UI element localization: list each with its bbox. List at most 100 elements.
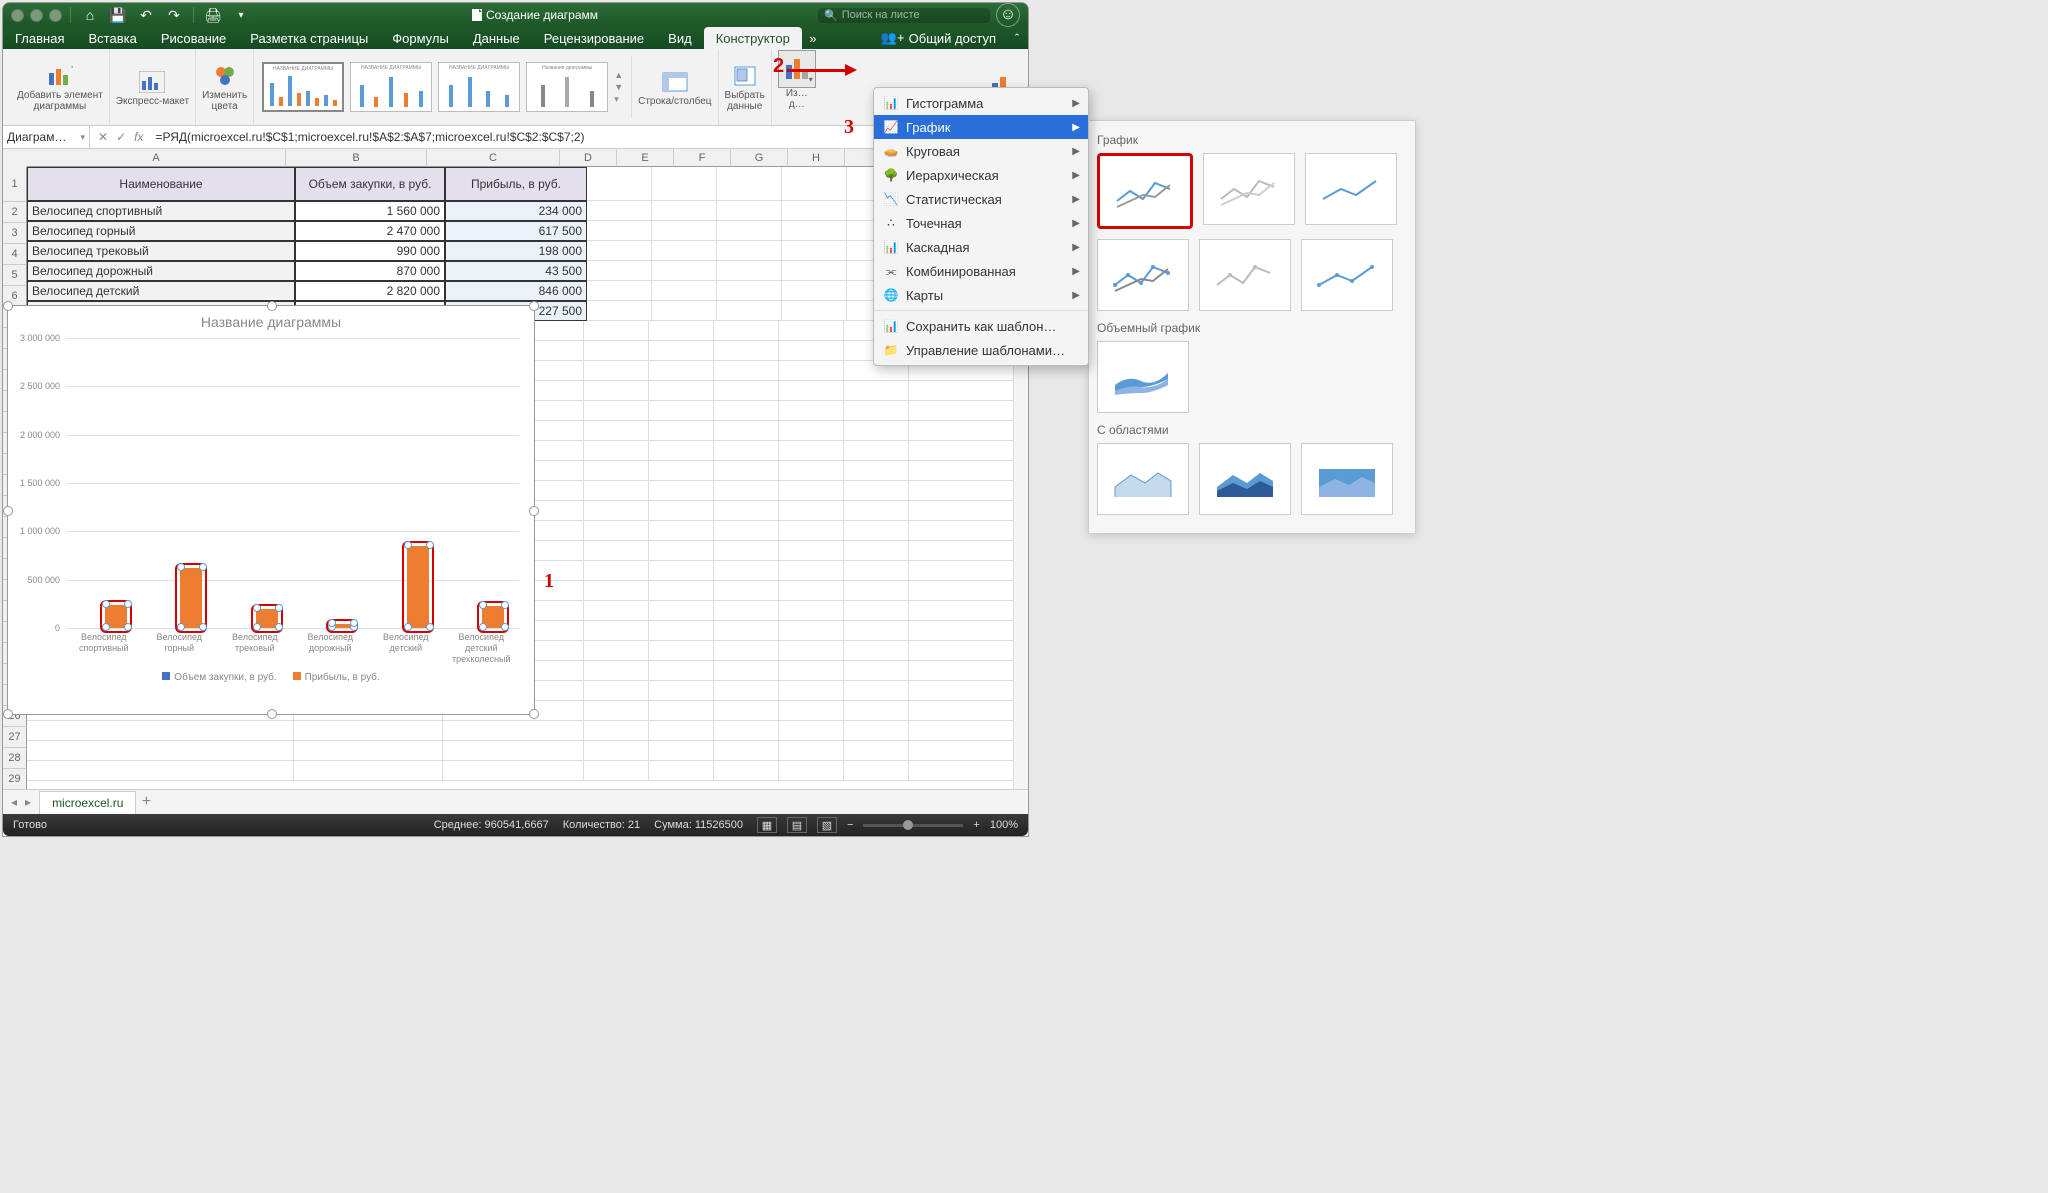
tab-formulas[interactable]: Формулы bbox=[380, 27, 461, 49]
area-option-1[interactable] bbox=[1097, 443, 1189, 515]
menu-item-5[interactable]: ∴Точечная▶ bbox=[874, 211, 1088, 235]
menu-manage-templates[interactable]: 📁Управление шаблонами… bbox=[874, 338, 1088, 362]
menu-item-6[interactable]: 📊Каскадная▶ bbox=[874, 235, 1088, 259]
tab-view[interactable]: Вид bbox=[656, 27, 704, 49]
tab-data[interactable]: Данные bbox=[461, 27, 532, 49]
line-3d-option-1[interactable] bbox=[1097, 341, 1189, 413]
row-27[interactable]: 27 bbox=[3, 727, 27, 748]
row-28[interactable]: 28 bbox=[3, 748, 27, 769]
switch-row-column-button[interactable]: Строка/столбец bbox=[632, 49, 718, 125]
qat-dropdown-icon[interactable]: ▾ bbox=[230, 6, 252, 24]
col-C[interactable]: C bbox=[427, 149, 560, 167]
row-4[interactable]: 4 bbox=[3, 244, 27, 265]
line-marker-option-2[interactable] bbox=[1199, 239, 1291, 311]
menu-item-1[interactable]: 📈График▶ bbox=[874, 115, 1088, 139]
sheet-next-icon[interactable]: ▸ bbox=[25, 795, 31, 809]
save-icon[interactable]: 💾 bbox=[107, 6, 129, 24]
enter-formula-icon[interactable]: ✓ bbox=[116, 130, 126, 144]
share-button[interactable]: 👥+ Общий доступ bbox=[871, 27, 1006, 49]
row-3[interactable]: 3 bbox=[3, 223, 27, 244]
col-B[interactable]: B bbox=[286, 149, 427, 167]
close-traffic[interactable] bbox=[11, 9, 24, 22]
undo-icon[interactable]: ↶ bbox=[135, 6, 157, 24]
search-input[interactable]: 🔍 Поиск на листе bbox=[818, 8, 990, 23]
chart-plot-area[interactable]: 0500 0001 000 0001 500 0002 000 0002 500… bbox=[66, 338, 519, 628]
select-data-button[interactable]: Выбрать данные bbox=[719, 49, 772, 125]
tab-insert[interactable]: Вставка bbox=[76, 27, 148, 49]
row-29[interactable]: 29 bbox=[3, 769, 27, 789]
cell-A5[interactable]: Велосипед дорожный bbox=[27, 261, 295, 281]
account-icon[interactable]: ☺ bbox=[996, 3, 1020, 27]
cell-C5[interactable]: 43 500 bbox=[445, 261, 587, 281]
cell-C6[interactable]: 846 000 bbox=[445, 281, 587, 301]
cell-C3[interactable]: 617 500 bbox=[445, 221, 587, 241]
chart-legend[interactable]: Объем закупки, в руб. Прибыль, в руб. bbox=[8, 672, 534, 683]
cancel-formula-icon[interactable]: ✕ bbox=[98, 130, 108, 144]
chart-style-2[interactable]: НАЗВАНИЕ ДИАГРАММЫ bbox=[350, 62, 432, 112]
col-A[interactable]: A bbox=[27, 149, 286, 167]
col-F[interactable]: F bbox=[674, 149, 731, 167]
tabs-overflow-icon[interactable]: » bbox=[802, 27, 824, 49]
min-traffic[interactable] bbox=[30, 9, 43, 22]
chart-style-3[interactable]: НАЗВАНИЕ ДИАГРАММЫ bbox=[438, 62, 520, 112]
area-option-2[interactable] bbox=[1199, 443, 1291, 515]
menu-item-3[interactable]: 🌳Иерархическая▶ bbox=[874, 163, 1088, 187]
home-icon[interactable]: ⌂ bbox=[79, 6, 101, 24]
menu-item-8[interactable]: 🌐Карты▶ bbox=[874, 283, 1088, 307]
name-box[interactable]: Диаграм…▾ bbox=[3, 126, 90, 148]
cell-C2[interactable]: 234 000 bbox=[445, 201, 587, 221]
row-1[interactable]: 1 bbox=[3, 167, 27, 202]
style-scroll-up[interactable]: ▲ bbox=[614, 70, 623, 80]
line-marker-option-1[interactable] bbox=[1097, 239, 1189, 311]
style-scroll-down[interactable]: ▼ bbox=[614, 82, 623, 92]
cell-C1[interactable]: Прибыль, в руб. bbox=[445, 167, 587, 201]
col-E[interactable]: E bbox=[617, 149, 674, 167]
zoom-slider[interactable] bbox=[863, 824, 963, 827]
zoom-out-icon[interactable]: − bbox=[847, 819, 853, 831]
cell-A4[interactable]: Велосипед трековый bbox=[27, 241, 295, 261]
select-all-corner[interactable] bbox=[3, 149, 28, 168]
line-marker-option-3[interactable] bbox=[1301, 239, 1393, 311]
tab-page-layout[interactable]: Разметка страницы bbox=[238, 27, 380, 49]
style-more[interactable]: ▾ bbox=[614, 94, 623, 105]
line-chart-option-2[interactable] bbox=[1203, 153, 1295, 225]
cell-C4[interactable]: 198 000 bbox=[445, 241, 587, 261]
cell-A1[interactable]: Наименование bbox=[27, 167, 295, 201]
chart-style-1[interactable]: НАЗВАНИЕ ДИАГРАММЫ bbox=[262, 62, 344, 112]
view-normal-icon[interactable]: ▦ bbox=[757, 817, 777, 833]
tab-chart-design[interactable]: Конструктор bbox=[704, 27, 802, 49]
chart-style-4[interactable]: Название диаграммы bbox=[526, 62, 608, 112]
menu-item-7[interactable]: ⫘Комбинированная▶ bbox=[874, 259, 1088, 283]
view-break-icon[interactable]: ▧ bbox=[817, 817, 837, 833]
zoom-in-icon[interactable]: + bbox=[973, 819, 979, 831]
fx-icon[interactable]: fx bbox=[134, 130, 143, 144]
cell-B2[interactable]: 1 560 000 bbox=[295, 201, 445, 221]
menu-item-4[interactable]: 📉Статистическая▶ bbox=[874, 187, 1088, 211]
sheet-tab[interactable]: microexcel.ru bbox=[39, 791, 136, 814]
add-chart-element-button[interactable]: + Добавить элемент диаграммы bbox=[11, 49, 110, 125]
area-option-3[interactable] bbox=[1301, 443, 1393, 515]
zoom-level[interactable]: 100% bbox=[990, 819, 1018, 831]
col-D[interactable]: D bbox=[560, 149, 617, 167]
menu-item-2[interactable]: 🥧Круговая▶ bbox=[874, 139, 1088, 163]
cell-B6[interactable]: 2 820 000 bbox=[295, 281, 445, 301]
max-traffic[interactable] bbox=[49, 9, 62, 22]
line-chart-option-3[interactable] bbox=[1305, 153, 1397, 225]
print-icon[interactable]: 🖨 bbox=[202, 6, 224, 24]
redo-icon[interactable]: ↷ bbox=[163, 6, 185, 24]
change-chart-type-button[interactable]: ▾ bbox=[778, 50, 816, 88]
add-sheet-button[interactable]: + bbox=[136, 793, 156, 811]
cell-B5[interactable]: 870 000 bbox=[295, 261, 445, 281]
cell-A3[interactable]: Велосипед горный bbox=[27, 221, 295, 241]
cell-A2[interactable]: Велосипед спортивный bbox=[27, 201, 295, 221]
row-5[interactable]: 5 bbox=[3, 265, 27, 286]
line-chart-option-1[interactable]: 4 bbox=[1097, 153, 1193, 229]
menu-save-template[interactable]: 📊Сохранить как шаблон… bbox=[874, 314, 1088, 338]
embedded-chart[interactable]: Название диаграммы 0500 0001 000 0001 50… bbox=[7, 305, 535, 715]
col-H[interactable]: H bbox=[788, 149, 845, 167]
tab-draw[interactable]: Рисование bbox=[149, 27, 238, 49]
menu-item-0[interactable]: 📊Гистограмма▶ bbox=[874, 91, 1088, 115]
cell-A6[interactable]: Велосипед детский bbox=[27, 281, 295, 301]
tab-review[interactable]: Рецензирование bbox=[532, 27, 656, 49]
cell-B3[interactable]: 2 470 000 bbox=[295, 221, 445, 241]
